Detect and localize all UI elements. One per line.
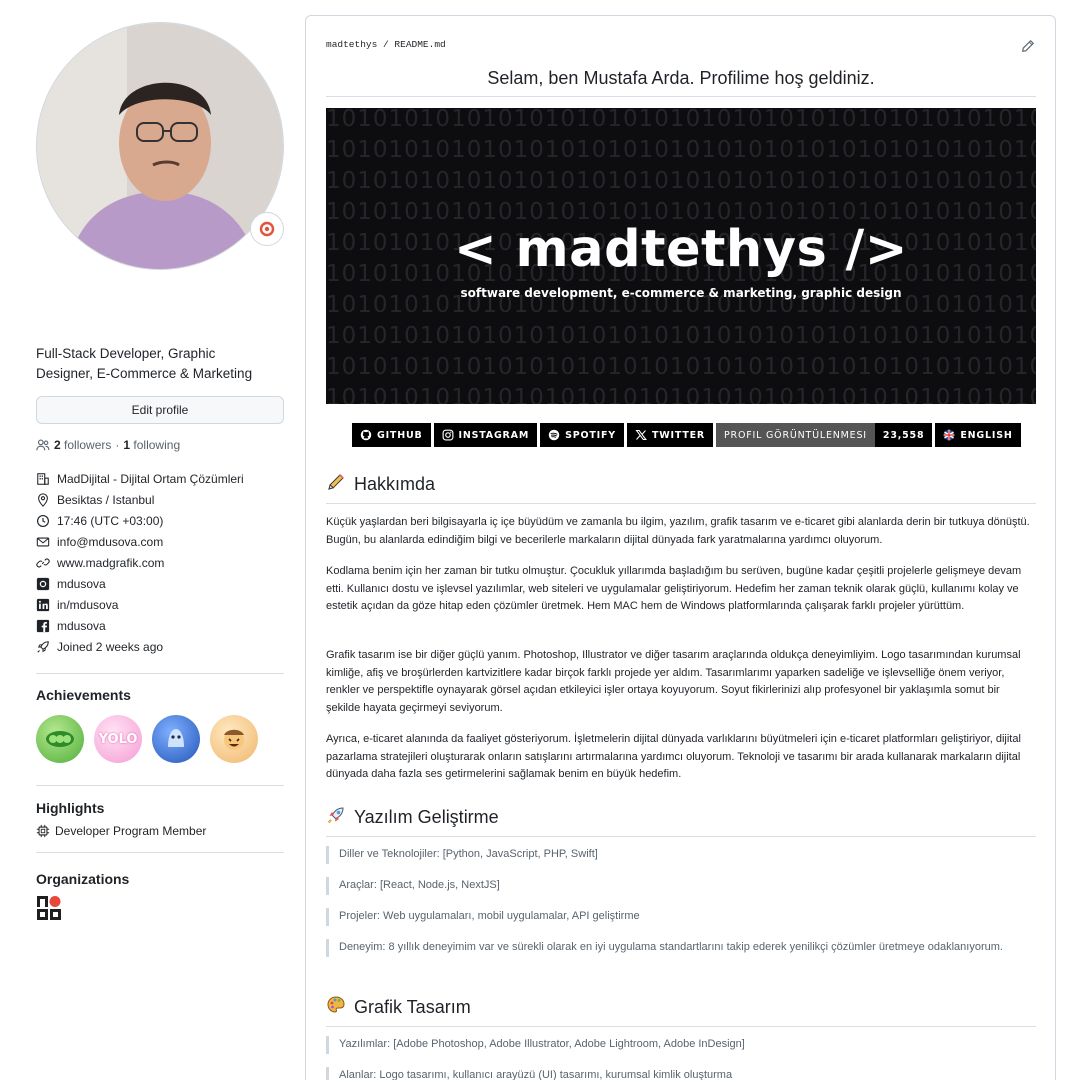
achievements-title[interactable]: Achievements [36, 687, 284, 703]
divider [36, 673, 284, 674]
detail-instagram[interactable]: mdusova [36, 573, 284, 594]
maddijital-logo-icon [36, 895, 62, 921]
instagram-icon [442, 429, 453, 441]
twitter-shield[interactable]: TWITTER [626, 423, 714, 447]
detail-facebook[interactable]: mdusova [36, 615, 284, 636]
divider [36, 785, 284, 786]
detail-linkedin[interactable]: in/mdusova [36, 594, 284, 615]
path-user-link[interactable]: madtethys [326, 39, 377, 50]
profile-views-count: 23,558 [874, 423, 933, 447]
banner-subtitle: software development, e-commerce & marke… [460, 286, 902, 300]
link-icon [36, 556, 50, 570]
section-heading-design: Grafik Tasarım [326, 995, 1036, 1027]
palette-emoji-icon [326, 995, 346, 1020]
uk-flag-icon [944, 429, 955, 441]
section-heading-software: Yazılım Geliştirme [326, 805, 1036, 837]
badge-row: GITHUB INSTAGRAM SPOTIFY TWITTER PROFIL … [352, 423, 1021, 447]
edit-readme-button[interactable] [1021, 39, 1035, 58]
edit-profile-button[interactable]: Edit profile [36, 396, 284, 424]
divider [326, 96, 1036, 97]
rocket-icon [36, 640, 50, 654]
facebook-icon [36, 619, 50, 633]
x-logo-icon [635, 429, 647, 441]
profile-views-shield[interactable]: PROFIL GÖRÜNTÜLENMESI 23,558 [716, 423, 933, 447]
avatar-container [36, 22, 284, 270]
location-icon [36, 492, 50, 507]
profile-banner: 1010101010101010101010101010101010101010… [326, 108, 1036, 404]
detail-website[interactable]: www.madgrafik.com [36, 552, 284, 573]
github-icon [360, 429, 372, 441]
organization-avatar[interactable] [36, 895, 62, 921]
spotify-shield[interactable]: SPOTIFY [540, 423, 624, 447]
pair-extraordinaire-badge[interactable] [36, 715, 84, 763]
yolo-badge[interactable]: YOLO [94, 715, 142, 763]
software-item: Araçlar: [React, Node.js, NextJS] [326, 877, 1036, 895]
github-shield[interactable]: GITHUB [352, 423, 431, 447]
followers-link[interactable]: 2 followers [54, 438, 111, 452]
pencil-emoji-icon [326, 472, 346, 497]
linkedin-icon [36, 598, 50, 612]
readme-title: Selam, ben Mustafa Arda. Profilime hoş g… [487, 68, 875, 88]
software-item: Deneyim: 8 yıllık deneyimim var ve sürek… [326, 939, 1036, 957]
readme-card: madtethys / README.md Selam, ben Mustafa… [305, 15, 1056, 1080]
starstruck-badge[interactable] [210, 715, 258, 763]
detail-time: 17:46 (UTC +03:00) [36, 510, 284, 531]
target-icon [259, 221, 275, 237]
detail-organization: MadDijital - Dijital Ortam Çözümleri [36, 468, 284, 489]
follow-stats: 2 followers · 1 following [36, 438, 284, 452]
instagram-shield[interactable]: INSTAGRAM [433, 423, 538, 447]
organization-icon [36, 472, 50, 486]
highlights-title: Highlights [36, 800, 105, 816]
organizations-title: Organizations [36, 871, 130, 887]
achievements-list: YOLO [36, 715, 284, 763]
instagram-icon [36, 577, 50, 591]
path-file-link[interactable]: README.md [394, 39, 445, 50]
about-paragraph: Grafik tasarım ise bir diğer güçlü yanım… [326, 649, 1021, 714]
about-paragraph: Küçük yaşlardan beri bilgisayarla iç içe… [326, 516, 1030, 546]
highlight-item: Developer Program Member [36, 824, 284, 838]
mail-icon [36, 535, 50, 549]
cpu-icon [36, 824, 50, 838]
banner-title: < madtethys /> [454, 220, 908, 279]
about-paragraph: Kodlama benim için her zaman bir tutku o… [326, 565, 1022, 612]
about-paragraph: Ayrıca, e-ticaret alanında da faaliyet g… [326, 733, 1021, 780]
pencil-icon [1022, 39, 1035, 52]
following-link[interactable]: 1 following [123, 438, 180, 452]
section-heading-about: Hakkımda [326, 472, 1036, 504]
software-item: Projeler: Web uygulamaları, mobil uygula… [326, 908, 1036, 926]
english-shield[interactable]: ENGLISH [935, 423, 1021, 447]
clock-icon [36, 514, 50, 528]
detail-email[interactable]: info@mdusova.com [36, 531, 284, 552]
spotify-icon [548, 429, 560, 441]
people-icon [36, 438, 50, 452]
rocket-emoji-icon [326, 805, 346, 830]
profile-sidebar: Full-Stack Developer, Graphic Designer, … [36, 22, 284, 921]
profile-bio: Full-Stack Developer, Graphic Designer, … [36, 346, 253, 381]
software-item: Diller ve Teknolojiler: [Python, JavaScr… [326, 846, 1036, 864]
status-badge[interactable] [250, 212, 284, 246]
profile-details: MadDijital - Dijital Ortam Çözümleri Bes… [36, 468, 284, 657]
divider [36, 852, 284, 853]
design-item: Alanlar: Logo tasarımı, kullanıcı arayüz… [326, 1067, 1036, 1080]
detail-location: Besiktas / Istanbul [36, 489, 284, 510]
design-item: Yazılımlar: [Adobe Photoshop, Adobe Illu… [326, 1036, 1036, 1054]
detail-joined: Joined 2 weeks ago [36, 636, 284, 657]
readme-path: madtethys / README.md [326, 39, 446, 50]
quickdraw-badge[interactable] [152, 715, 200, 763]
avatar[interactable] [36, 22, 284, 270]
